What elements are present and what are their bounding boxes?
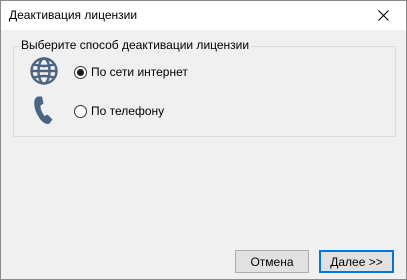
radio-phone-indicator[interactable] <box>74 104 87 118</box>
close-icon <box>378 10 389 21</box>
title-bar: Деактивация лицензии <box>1 1 406 30</box>
radio-internet-label: По сети интернет <box>91 65 188 79</box>
phone-icon <box>34 96 53 124</box>
cancel-button[interactable]: Отмена <box>235 250 309 273</box>
next-button[interactable]: Далее >> <box>319 250 394 273</box>
window-title: Деактивация лицензии <box>9 8 138 22</box>
deactivation-method-group: Выберите способ деактивации лицензии По … <box>13 38 396 137</box>
radio-phone[interactable]: По телефону <box>74 104 164 118</box>
radio-internet[interactable]: По сети интернет <box>74 65 188 79</box>
close-button[interactable] <box>361 1 406 30</box>
radio-phone-label: По телефону <box>91 104 165 118</box>
radio-internet-indicator[interactable] <box>74 65 87 79</box>
globe-icon <box>30 57 58 85</box>
deactivation-dialog: Деактивация лицензии Выберите способ деа… <box>0 0 407 280</box>
group-label: Выберите способ деактивации лицензии <box>19 38 252 52</box>
